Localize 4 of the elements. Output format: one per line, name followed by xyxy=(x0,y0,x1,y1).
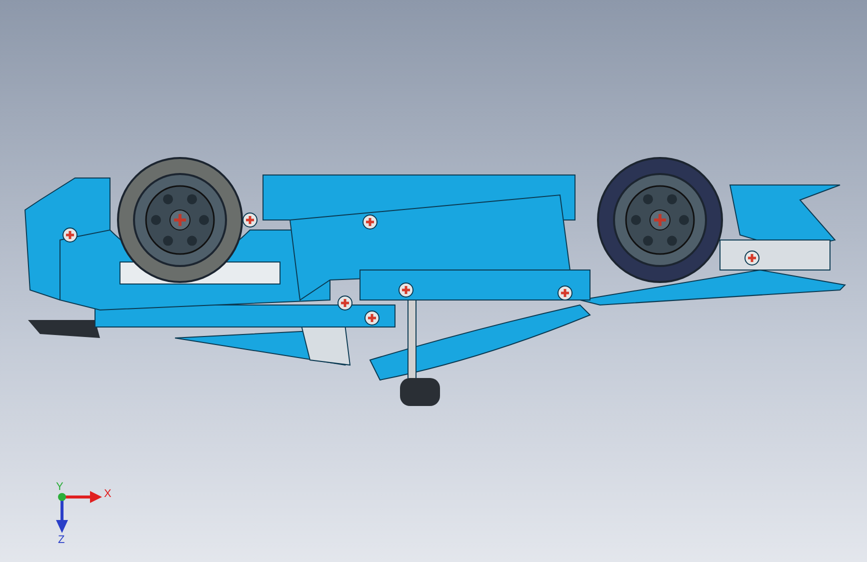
axis-label: Z xyxy=(58,534,65,546)
axis-label: X xyxy=(104,488,112,500)
axis-label: Y xyxy=(56,481,64,493)
axis-triad-drawing xyxy=(56,491,102,533)
